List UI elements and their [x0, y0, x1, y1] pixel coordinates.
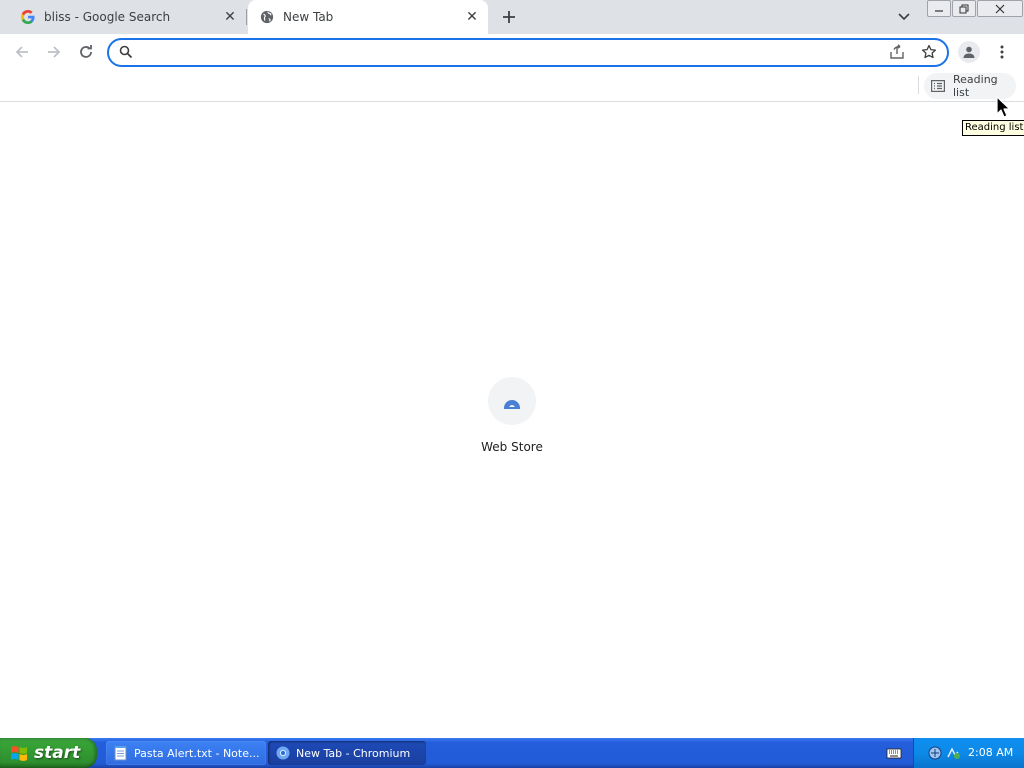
- clock: 2:08 AM: [968, 746, 1014, 759]
- forward-arrow-icon: [48, 46, 61, 58]
- tab-close-icon[interactable]: ✕: [222, 9, 238, 25]
- start-button[interactable]: start: [0, 738, 97, 768]
- tab-google-search[interactable]: bliss - Google Search ✕: [0, 0, 246, 34]
- menu-button[interactable]: [992, 42, 1012, 62]
- forward-button[interactable]: [42, 40, 66, 64]
- minimize-icon: [935, 9, 943, 12]
- share-icon[interactable]: [889, 44, 905, 63]
- profile-button[interactable]: [958, 41, 980, 63]
- keyboard-icon[interactable]: [886, 746, 902, 763]
- window-controls: [927, 0, 1024, 18]
- safely-remove-hardware-icon[interactable]: [927, 745, 943, 764]
- reading-list-icon: [931, 80, 945, 92]
- mouse-cursor-icon: [996, 96, 1011, 121]
- back-button[interactable]: [10, 40, 34, 64]
- address-input[interactable]: [145, 43, 875, 62]
- reload-icon: [80, 45, 92, 58]
- bookmark-star-icon[interactable]: [921, 44, 937, 63]
- address-bar[interactable]: [107, 38, 949, 67]
- taskbar-item-chromium[interactable]: New Tab - Chromium: [268, 741, 426, 765]
- new-tab-button[interactable]: [498, 6, 520, 28]
- tab-strip: bliss - Google Search ✕ New Tab ✕: [0, 0, 1024, 34]
- kebab-menu-icon: [1000, 45, 1004, 59]
- tab-search-button[interactable]: [895, 8, 913, 26]
- shortcut-web-store[interactable]: Web Store: [472, 376, 552, 466]
- chevron-down-icon: [898, 13, 910, 21]
- tab-close-icon[interactable]: ✕: [464, 9, 480, 25]
- back-arrow-icon: [15, 46, 28, 58]
- browser-window: bliss - Google Search ✕ New Tab ✕ Readin…: [0, 0, 1024, 768]
- restore-button[interactable]: [952, 0, 976, 17]
- tooltip: Reading list: [962, 120, 1024, 136]
- shortcut-label: Web Store: [481, 440, 543, 454]
- toolbar: [0, 34, 1024, 70]
- person-icon: [963, 46, 975, 58]
- chromium-icon: [276, 746, 290, 760]
- start-label: start: [34, 743, 81, 763]
- google-g-icon: [20, 9, 36, 25]
- tab-title: bliss - Google Search: [44, 10, 171, 24]
- bookmarks-separator: [918, 76, 919, 94]
- notepad-icon: [114, 745, 128, 761]
- globe-icon: [259, 9, 275, 25]
- reload-button[interactable]: [74, 40, 98, 64]
- plus-icon: [503, 11, 515, 23]
- network-icon[interactable]: [945, 745, 961, 764]
- windows-flag-icon: [10, 744, 28, 762]
- restore-icon: [959, 4, 969, 13]
- search-icon: [119, 45, 133, 62]
- taskbar-item-notepad[interactable]: Pasta Alert.txt - Note...: [106, 741, 266, 765]
- close-icon: [995, 4, 1005, 13]
- close-window-button[interactable]: [977, 0, 1023, 17]
- tab-separator: [246, 9, 247, 25]
- web-store-icon: [488, 377, 536, 425]
- tab-title: New Tab: [283, 10, 334, 24]
- taskbar-item-label: Pasta Alert.txt - Note...: [134, 746, 260, 760]
- tab-new-tab[interactable]: New Tab ✕: [248, 0, 488, 34]
- bookmarks-bar: Reading list: [0, 70, 1024, 102]
- taskbar-item-label: New Tab - Chromium: [296, 746, 411, 760]
- system-tray: 2:08 AM: [913, 738, 1024, 768]
- taskbar: start Pasta Alert.txt - Note... New Tab …: [0, 738, 1024, 768]
- minimize-button[interactable]: [927, 0, 951, 17]
